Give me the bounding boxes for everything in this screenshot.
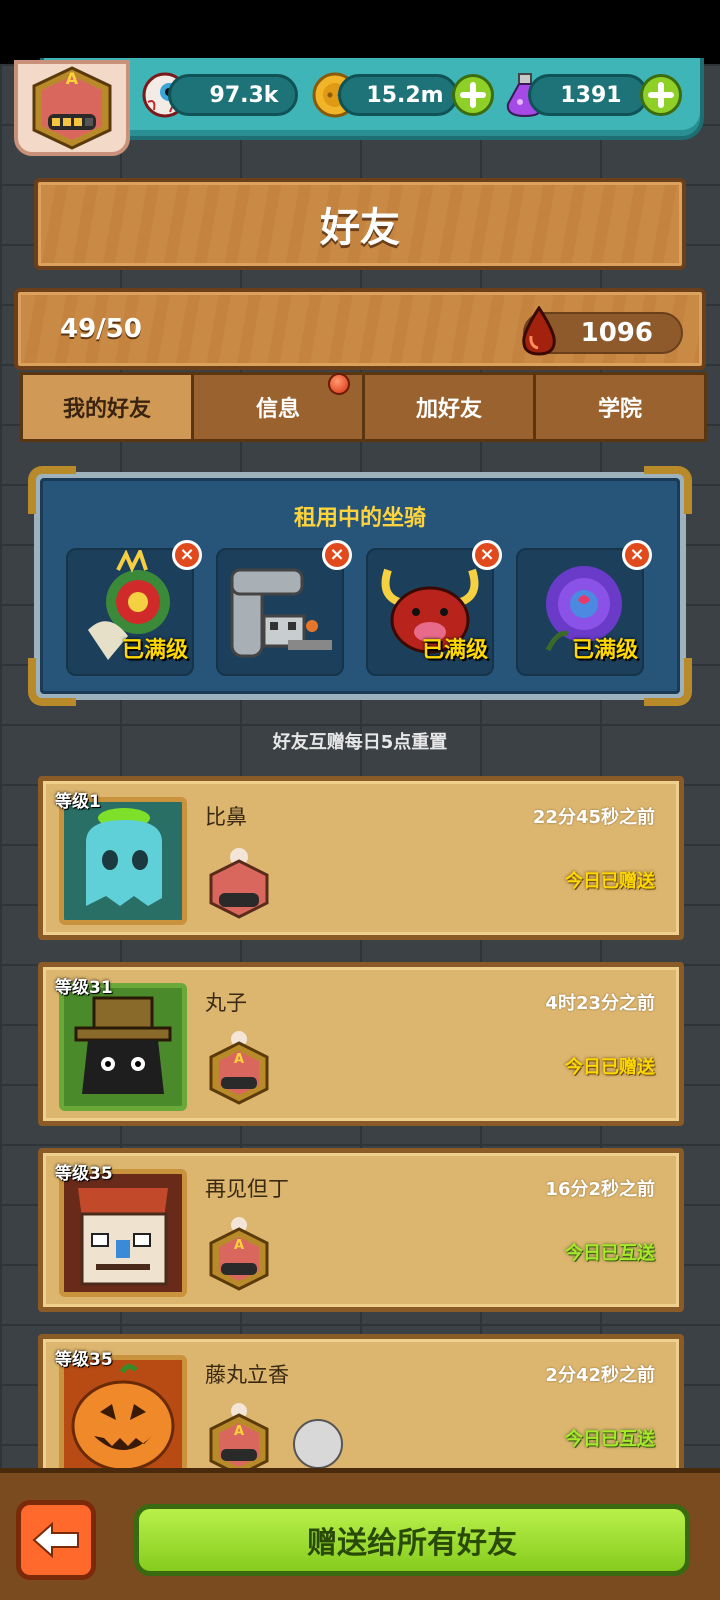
last-online-time: 16分2秒之前: [545, 1179, 655, 1200]
level-badge: 等级1: [55, 792, 101, 812]
friend-name: 比鼻: [205, 805, 247, 829]
friend-name: 丸子: [205, 991, 247, 1015]
svg-text:A: A: [234, 1238, 244, 1253]
player-avatar[interactable]: A: [14, 60, 130, 156]
friend-portrait[interactable]: [59, 1169, 187, 1297]
gift-status: 今日已互送: [565, 1243, 655, 1264]
plus-icon: [648, 82, 674, 108]
gift-all-friends-button[interactable]: 赠送给所有好友: [134, 1504, 690, 1576]
page-title: 好友: [320, 205, 400, 251]
add-potions-button[interactable]: [640, 74, 682, 116]
max-level-badge: 已满级: [571, 638, 638, 663]
player-badge-icon: A: [209, 1031, 269, 1105]
blood-value: 1096: [580, 318, 653, 348]
add-coins-button[interactable]: [452, 74, 494, 116]
friend-portrait[interactable]: [59, 1355, 187, 1483]
max-level-badge: 已满级: [121, 638, 188, 663]
status-bar: [0, 0, 720, 64]
friend-portrait[interactable]: [59, 797, 187, 925]
level-badge: 等级35: [55, 1350, 113, 1370]
mount-slot[interactable]: ×: [216, 540, 352, 676]
level-badge: 等级31: [55, 978, 113, 998]
player-badge-icon: A: [32, 66, 112, 150]
ghost-icon: [64, 802, 182, 920]
friend-row[interactable]: 等级31 丸子 4时23分之前 A 今日已赠送: [38, 962, 684, 1126]
player-badge-icon: [209, 848, 269, 919]
tab-my-friends[interactable]: 我的好友: [20, 372, 194, 442]
coins-counter: 15.2m: [338, 74, 458, 116]
blood-drop-icon: [522, 306, 556, 356]
tab-label: 信息: [255, 397, 300, 422]
last-online-time: 22分45秒之前: [532, 807, 655, 828]
friend-portrait[interactable]: [59, 983, 187, 1111]
tab-label: 学院: [597, 397, 642, 422]
max-level-badge: 已满级: [421, 638, 488, 663]
eyes-value: 97.3k: [209, 82, 279, 108]
zombie-face-icon: [64, 1174, 182, 1292]
gift-status: 今日已赠送: [565, 871, 655, 892]
eyes-counter: 97.3k: [168, 74, 298, 116]
tab-label: 我的好友: [62, 397, 151, 422]
friend-count: 49/50: [60, 314, 142, 344]
gift-all-label: 赠送给所有好友: [307, 1526, 517, 1561]
mounts-title: 租用中的坐骑: [293, 506, 426, 531]
coins-value: 15.2m: [366, 82, 444, 108]
gift-status: 今日已赠送: [565, 1057, 655, 1078]
svg-text:A: A: [234, 1424, 244, 1439]
remove-mount-button[interactable]: ×: [622, 540, 652, 570]
rented-mounts-panel: 租用中的坐骑 已满级 × × 已满级 × 已满级 ×: [28, 466, 692, 706]
mount-slot[interactable]: 已满级 ×: [366, 540, 502, 676]
friend-row[interactable]: 等级35 再见但丁 16分2秒之前 A 今日已互送: [38, 1148, 684, 1312]
hat-blob-icon: [64, 988, 182, 1106]
level-badge: 等级35: [55, 1164, 113, 1184]
robot-machine-icon: [230, 568, 332, 658]
tab-academy[interactable]: 学院: [533, 372, 707, 442]
svg-text:A: A: [66, 69, 79, 88]
summary-plank: 49/50 1096: [14, 288, 706, 370]
mount-slot[interactable]: 已满级 ×: [66, 540, 202, 676]
last-online-time: 4时23分之前: [545, 993, 655, 1014]
player-badge-icon: A: [209, 1217, 269, 1291]
back-button[interactable]: [16, 1500, 96, 1580]
daily-reset-note: 好友互赠每日5点重置: [272, 732, 448, 753]
gift-status: 今日已互送: [565, 1429, 655, 1450]
notification-dot: [328, 373, 350, 395]
tab-messages[interactable]: 信息: [191, 372, 365, 442]
remove-mount-button[interactable]: ×: [322, 540, 352, 570]
arrow-left-icon: [32, 1521, 79, 1559]
friend-row[interactable]: 等级1 比鼻 22分45秒之前 今日已赠送: [38, 776, 684, 940]
title-plank: 好友: [34, 178, 686, 270]
remove-mount-button[interactable]: ×: [172, 540, 202, 570]
potions-value: 1391: [560, 82, 622, 108]
svg-text:A: A: [234, 1052, 244, 1067]
friend-name: 再见但丁: [205, 1177, 289, 1201]
plus-icon: [460, 82, 486, 108]
tab-add-friend[interactable]: 加好友: [362, 372, 536, 442]
panel-corner: [644, 658, 692, 706]
mount-slot[interactable]: 已满级 ×: [516, 540, 652, 676]
last-online-time: 2分42秒之前: [545, 1365, 655, 1386]
potions-counter: 1391: [528, 74, 648, 116]
remove-mount-button[interactable]: ×: [472, 540, 502, 570]
friend-name: 藤丸立香: [205, 1363, 289, 1387]
companion-avatar: [293, 1419, 343, 1469]
pumpkin-icon: [64, 1360, 182, 1478]
friends-tabs: 我的好友 信息 加好友 学院: [20, 372, 707, 442]
tab-label: 加好友: [415, 397, 482, 422]
